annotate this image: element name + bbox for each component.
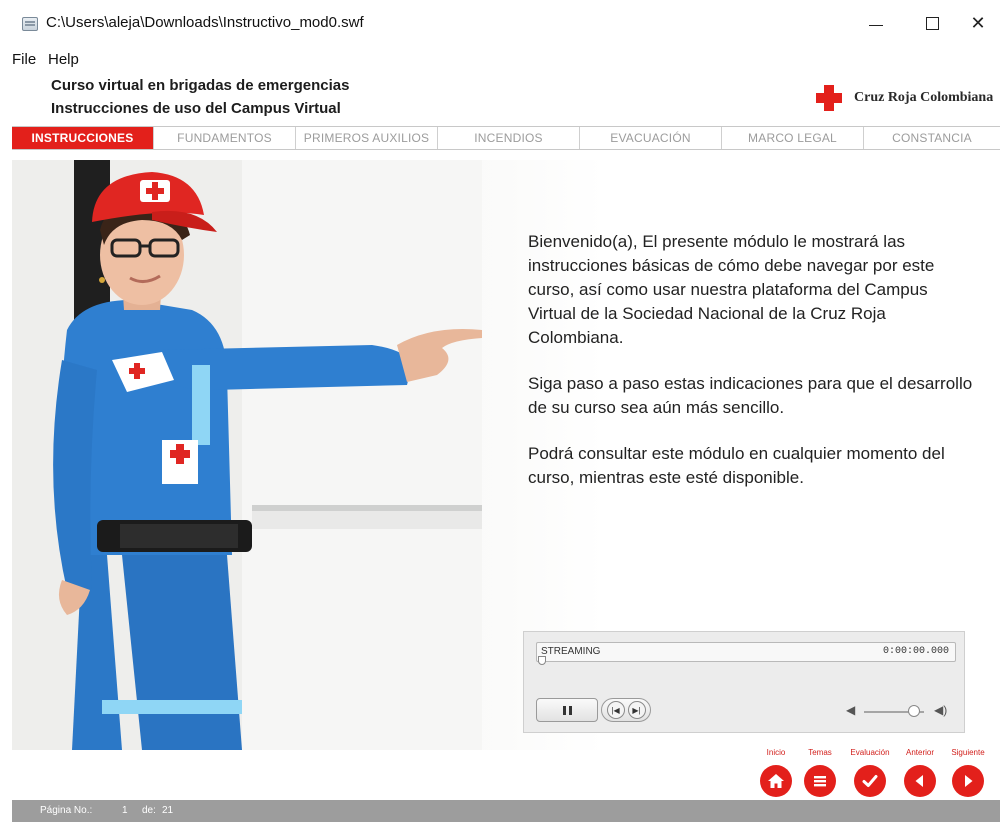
intro-paragraph: Podrá consultar este módulo en cualquier…: [528, 444, 945, 487]
skip-forward-button[interactable]: ▶|: [627, 701, 646, 719]
tab-fundamentos[interactable]: FUNDAMENTOS: [154, 127, 296, 149]
close-button[interactable]: ✕: [956, 6, 1000, 40]
close-icon: ✕: [970, 12, 986, 33]
stream-time: 0:00:00.000: [882, 646, 949, 657]
app-icon: [22, 17, 38, 31]
nav-label-evaluacion: Evaluación: [850, 748, 890, 757]
next-button[interactable]: [952, 765, 984, 797]
brand-logo: Cruz Roja Colombiana: [816, 83, 993, 113]
skip-controls: |◀ ▶|: [601, 698, 651, 722]
section-tabs: INSTRUCCIONES FUNDAMENTOS PRIMEROS AUXIL…: [12, 126, 1000, 150]
nav-label-siguiente: Siguiente: [951, 748, 985, 757]
arrow-left-icon: [915, 775, 923, 787]
topics-button[interactable]: [804, 765, 836, 797]
intro-paragraph: Bienvenido(a), El presente módulo le mos…: [528, 232, 935, 347]
menu-bar: File Help: [0, 47, 1000, 73]
menu-file[interactable]: File: [12, 51, 36, 68]
of-label: de:: [142, 805, 156, 816]
intro-paragraph: Siga paso a paso estas indicaciones para…: [528, 374, 973, 417]
course-title: Curso virtual en brigadas de emergencias: [51, 77, 350, 94]
minimize-icon: [869, 24, 883, 26]
check-icon: [862, 775, 878, 787]
brand-name: Cruz Roja Colombiana: [854, 90, 994, 105]
nav-label-anterior: Anterior: [905, 748, 935, 757]
tab-marco-legal[interactable]: MARCO LEGAL: [722, 127, 864, 149]
status-bar: Página No.: 1 de: 21: [12, 800, 1000, 822]
total-pages: 21: [162, 805, 174, 816]
skip-forward-icon: ▶|: [632, 705, 641, 715]
intro-text: Bienvenido(a), El presente módulo le mos…: [528, 230, 973, 512]
tab-primeros-auxilios[interactable]: PRIMEROS AUXILIOS: [296, 127, 438, 149]
tab-constancia[interactable]: CONSTANCIA: [864, 127, 1000, 149]
home-icon: [768, 774, 784, 788]
previous-button[interactable]: [904, 765, 936, 797]
window-title: C:\Users\aleja\Downloads\Instructivo_mod…: [46, 14, 364, 31]
arrow-right-icon: [965, 775, 973, 787]
maximize-icon: [925, 16, 939, 30]
evaluation-button[interactable]: [854, 765, 886, 797]
skip-back-button[interactable]: |◀: [606, 701, 625, 719]
stream-label: STREAMING: [541, 646, 601, 657]
tab-incendios[interactable]: INCENDIOS: [438, 127, 580, 149]
pause-button[interactable]: [536, 698, 598, 722]
skip-back-icon: |◀: [611, 705, 620, 715]
volume-handle[interactable]: [908, 705, 920, 717]
course-subtitle: Instrucciones de uso del Campus Virtual: [51, 100, 341, 117]
nav-label-inicio: Inicio: [766, 748, 786, 757]
tab-evacuacion[interactable]: EVACUACIÓN: [580, 127, 722, 149]
seek-bar[interactable]: STREAMING 0:00:00.000: [536, 642, 956, 662]
window-titlebar: C:\Users\aleja\Downloads\Instructivo_mod…: [0, 0, 1000, 46]
menu-icon: [814, 776, 826, 787]
home-button[interactable]: [760, 765, 792, 797]
instructor-photo: [12, 160, 482, 750]
menu-help[interactable]: Help: [48, 51, 79, 68]
course-header: Curso virtual en brigadas de emergencias…: [0, 73, 1000, 125]
page-number: 1: [122, 805, 128, 816]
maximize-button[interactable]: [910, 6, 954, 40]
seek-handle[interactable]: [538, 656, 546, 665]
red-cross-icon: [816, 85, 842, 111]
page-label: Página No.:: [40, 805, 93, 816]
volume-high-icon[interactable]: ◀): [934, 703, 947, 717]
pause-icon: [562, 705, 566, 715]
tab-instrucciones[interactable]: INSTRUCCIONES: [12, 127, 154, 149]
volume-low-icon[interactable]: ◀: [846, 703, 855, 717]
media-player: STREAMING 0:00:00.000 |◀ ▶| ◀ ◀): [523, 631, 965, 733]
minimize-button[interactable]: [854, 6, 898, 40]
nav-label-temas: Temas: [808, 748, 832, 757]
